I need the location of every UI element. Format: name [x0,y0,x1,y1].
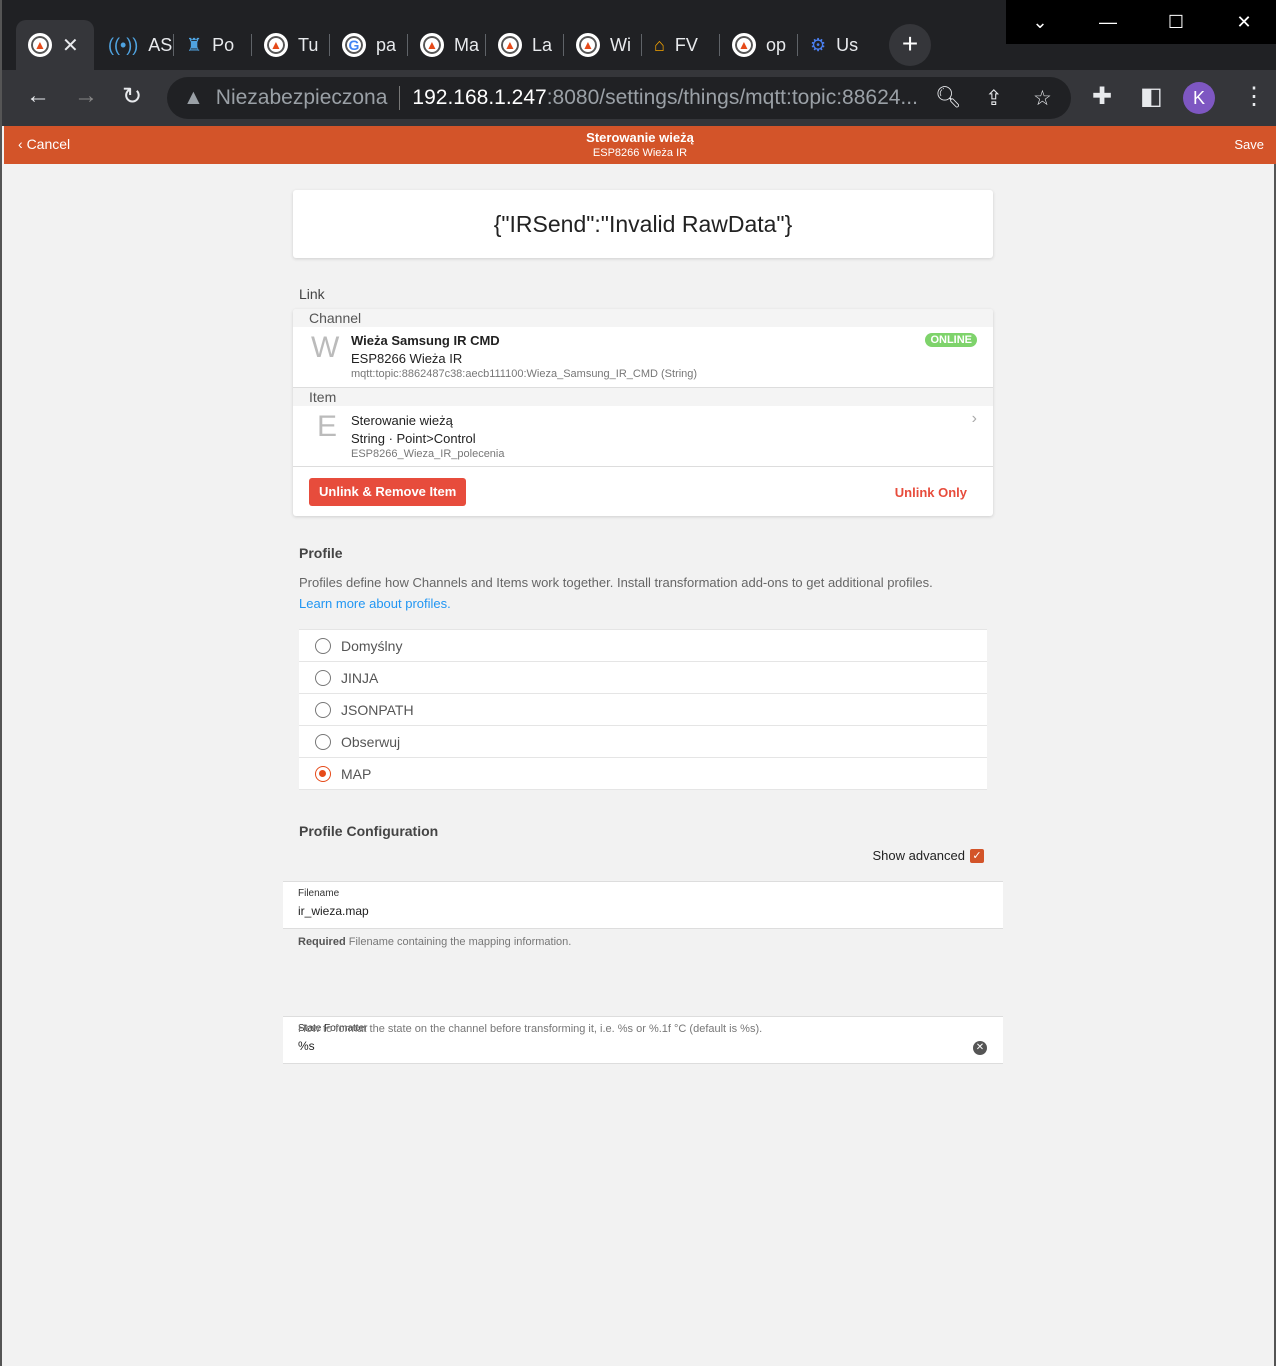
zoom-icon[interactable]: 🔍︎ [935,86,962,110]
chevron-right-icon: › [971,410,977,427]
menu-icon[interactable]: ⋮ [1242,82,1266,111]
radio-icon[interactable] [315,733,331,750]
channel-initial: W [311,331,340,364]
window-controls: ⌄ — ☐ ✕ [1006,0,1276,44]
close-window-icon[interactable]: ✕ [1210,0,1276,44]
url-path: :8080/settings/things/mqtt:topic:88624..… [546,86,918,109]
home-icon: ⌂ [654,34,665,55]
filename-field[interactable]: Filename ir_wieza.map [283,881,1003,929]
item-group-label: Item [293,388,993,406]
page-title: Sterowanie wieżą [586,130,694,145]
tab[interactable]: ▲ Ma [408,20,486,70]
close-tab-icon[interactable]: ✕ [62,33,79,58]
tab-active[interactable]: ▲ ✕ [16,20,94,70]
antenna-icon: ((•)) [108,34,139,55]
forward-icon[interactable]: → [74,82,98,110]
channel-title: Wieża Samsung IR CMD [351,333,500,348]
tab[interactable]: ▲ La [486,20,564,70]
profile-options: Domyślny JINJA JSONPATH Obserwuj MAP [299,629,987,790]
radio-checked-icon[interactable] [315,765,331,782]
google-icon: G [342,33,366,57]
channel-uid: mqtt:topic:8862487c38:aecb111100:Wieza_S… [351,368,698,380]
item-name: ESP8266_Wieza_IR_polecenia [351,448,505,460]
side-panel-icon[interactable]: ◧ [1140,82,1163,111]
clear-icon[interactable]: ✕ [973,1041,987,1055]
item-row[interactable]: E Sterowanie wieżą String · Point>Contro… [293,406,993,467]
tab[interactable]: ▲ Tu [252,20,330,70]
profile-avatar[interactable]: K [1183,82,1215,114]
maximize-icon[interactable]: ☐ [1142,0,1210,44]
extensions-icon[interactable]: ✚ [1092,82,1112,111]
back-icon[interactable]: ← [26,82,50,110]
gear-icon: ⚙ [810,34,827,55]
config-section-title: Profile Configuration [299,823,439,839]
link-card: Channel W Wieża Samsung IR CMD ESP8266 W… [293,309,993,516]
url-host: 192.168.1.247 [412,86,547,109]
profile-option[interactable]: Obserwuj [299,726,987,758]
channel-group-label: Channel [293,309,993,327]
save-button[interactable]: Save [1234,137,1264,152]
bookmark-star-icon[interactable]: ☆ [1033,86,1052,111]
item-initial: E [317,410,338,443]
openhab-icon: ▲ [732,33,756,57]
tab[interactable]: ▲ op [720,20,798,70]
link-section-title: Link [299,286,325,302]
security-label: Niezabezpieczona [215,86,388,109]
state-formatter-input[interactable]: %s [298,1034,1003,1053]
robot-icon: ♜ [186,34,203,55]
state-card: {"IRSend":"Invalid RawData"} [293,190,993,258]
profile-option-selected[interactable]: MAP [299,758,987,790]
page-subtitle: ESP8266 Wieża IR [592,147,688,159]
profile-option[interactable]: JINJA [299,662,987,694]
state-formatter-help: How to format the state on the channel b… [298,1023,763,1035]
new-tab-button[interactable]: + [889,24,931,66]
show-advanced-toggle[interactable]: Show advanced ✓ [872,848,984,863]
share-icon[interactable]: ⇪ [985,86,1003,111]
radio-icon[interactable] [315,701,331,718]
minimize-icon[interactable]: — [1074,0,1142,44]
filename-help: Required Filename containing the mapping… [298,936,572,948]
learn-more-link[interactable]: Learn more about profiles. [299,596,451,611]
tab-search-icon[interactable]: ⌄ [1006,0,1074,44]
openhab-icon: ▲ [498,33,522,57]
unlink-only-button[interactable]: Unlink Only [895,485,967,500]
profile-description: Profiles define how Channels and Items w… [299,575,933,590]
unlink-remove-button[interactable]: Unlink & Remove Item [309,478,467,506]
profile-section-title: Profile [299,545,343,561]
item-title: Sterowanie wieżą [351,413,453,428]
warning-icon: ▲ [183,86,204,109]
openhab-icon: ▲ [264,33,288,57]
openhab-icon: ▲ [28,33,52,57]
reload-icon[interactable]: ↻ [122,82,142,111]
tab[interactable]: ((•)) AS [96,20,174,70]
tab[interactable]: ▲ Wi [564,20,642,70]
tab[interactable]: ♜ Po [174,20,252,70]
status-badge: ONLINE [925,333,977,347]
radio-icon[interactable] [315,669,331,686]
page-header: ‹ Cancel Sterowanie wieżą ESP8266 Wieża … [4,126,1276,164]
profile-option[interactable]: JSONPATH [299,694,987,726]
item-subtitle: String · Point>Control [351,431,476,446]
checkbox-checked-icon[interactable]: ✓ [970,848,984,863]
openhab-icon: ▲ [576,33,600,57]
openhab-icon: ▲ [420,33,444,57]
channel-subtitle: ESP8266 Wieża IR [351,351,463,366]
channel-row[interactable]: W Wieża Samsung IR CMD ESP8266 Wieża IR … [293,327,993,388]
address-bar[interactable]: ▲ Niezabezpieczona 192.168.1.247:8080/se… [167,77,1071,119]
radio-icon[interactable] [315,637,331,654]
tab[interactable]: ⚙ Us [798,20,876,70]
tab[interactable]: Gpa [330,20,408,70]
tab[interactable]: ⌂ FV [642,20,720,70]
profile-option[interactable]: Domyślny [299,630,987,662]
filename-input[interactable]: ir_wieza.map [298,899,1003,918]
